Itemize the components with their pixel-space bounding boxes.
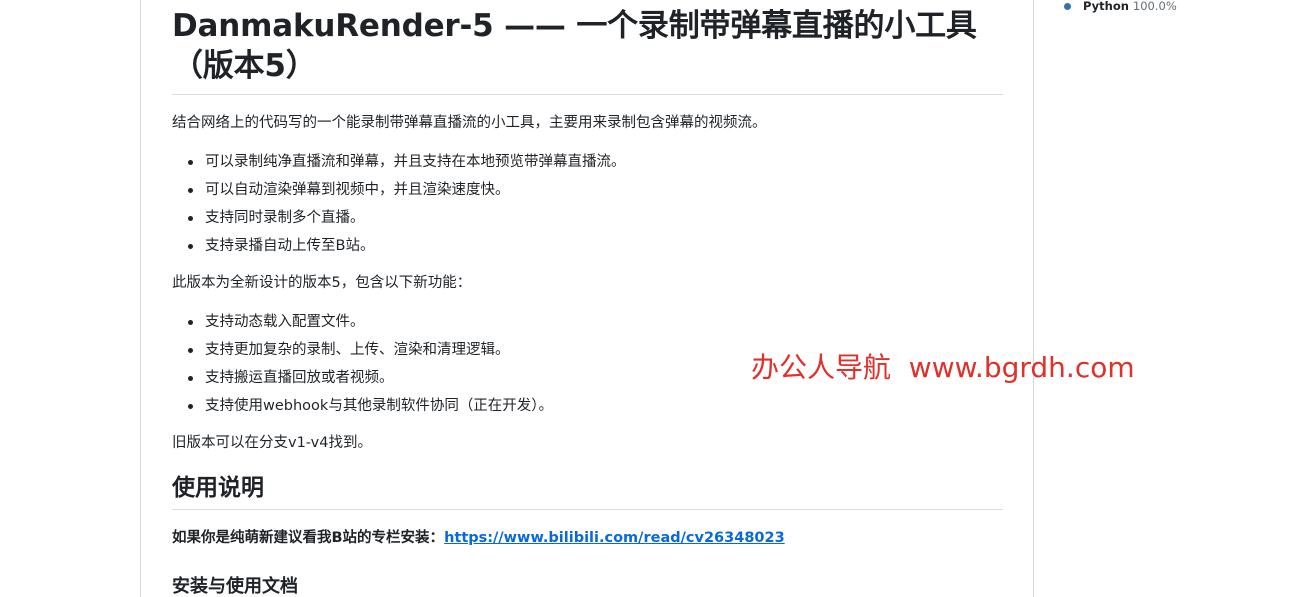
list-item: 支持录播自动上传至B站。 [188,232,1003,260]
watermark-label: 办公人导航 www.bgrdh.com [751,351,1135,384]
repo-page: DanmakuRender-5 —— 一个录制带弹幕直播的小工具（版本5） 结合… [0,0,1306,597]
feature-list: 可以录制纯净直播流和弹幕，并且支持在本地预览带弹幕直播流。 可以自动渲染弹幕到视… [172,148,1003,260]
version-intro: 此版本为全新设计的版本5，包含以下新功能： [172,275,472,291]
readme-body: DanmakuRender-5 —— 一个录制带弹幕直播的小工具（版本5） 结合… [172,0,1003,597]
newbie-guide-text: 如果你是纯萌新建议看我B站的专栏安装： [172,530,445,546]
list-item: 可以录制纯净直播流和弹幕，并且支持在本地预览带弹幕直播流。 [188,148,1003,176]
watermark-text: 办公人导航 www.bgrdh.com [751,348,1135,388]
language-color-dot [1064,2,1071,10]
list-item: 可以自动渲染弹幕到视频中，并且渲染速度快。 [188,176,1003,204]
list-item: 支持动态载入配置文件。 [188,308,1003,336]
newbie-guide: 如果你是纯萌新建议看我B站的专栏安装：https://www.bilibili.… [172,527,1003,549]
readme-title: DanmakuRender-5 —— 一个录制带弹幕直播的小工具（版本5） [172,0,1003,95]
old-versions-note: 旧版本可以在分支v1-v4找到。 [172,435,372,451]
list-item: 支持同时录制多个直播。 [188,204,1003,232]
language-name: Python [1083,0,1129,13]
install-docs-heading: 安装与使用文档 [172,576,298,597]
usage-heading: 使用说明 [172,472,1003,510]
language-stat[interactable]: Python 100.0% [1064,0,1177,14]
bilibili-article-link[interactable]: https://www.bilibili.com/read/cv26348023 [444,530,785,546]
language-percent: 100.0% [1132,0,1177,13]
readme-intro: 结合网络上的代码写的一个能录制带弹幕直播流的小工具，主要用来录制包含弹幕的视频流… [172,115,767,131]
list-item: 支持使用webhook与其他录制软件协同（正在开发）。 [188,392,1003,420]
